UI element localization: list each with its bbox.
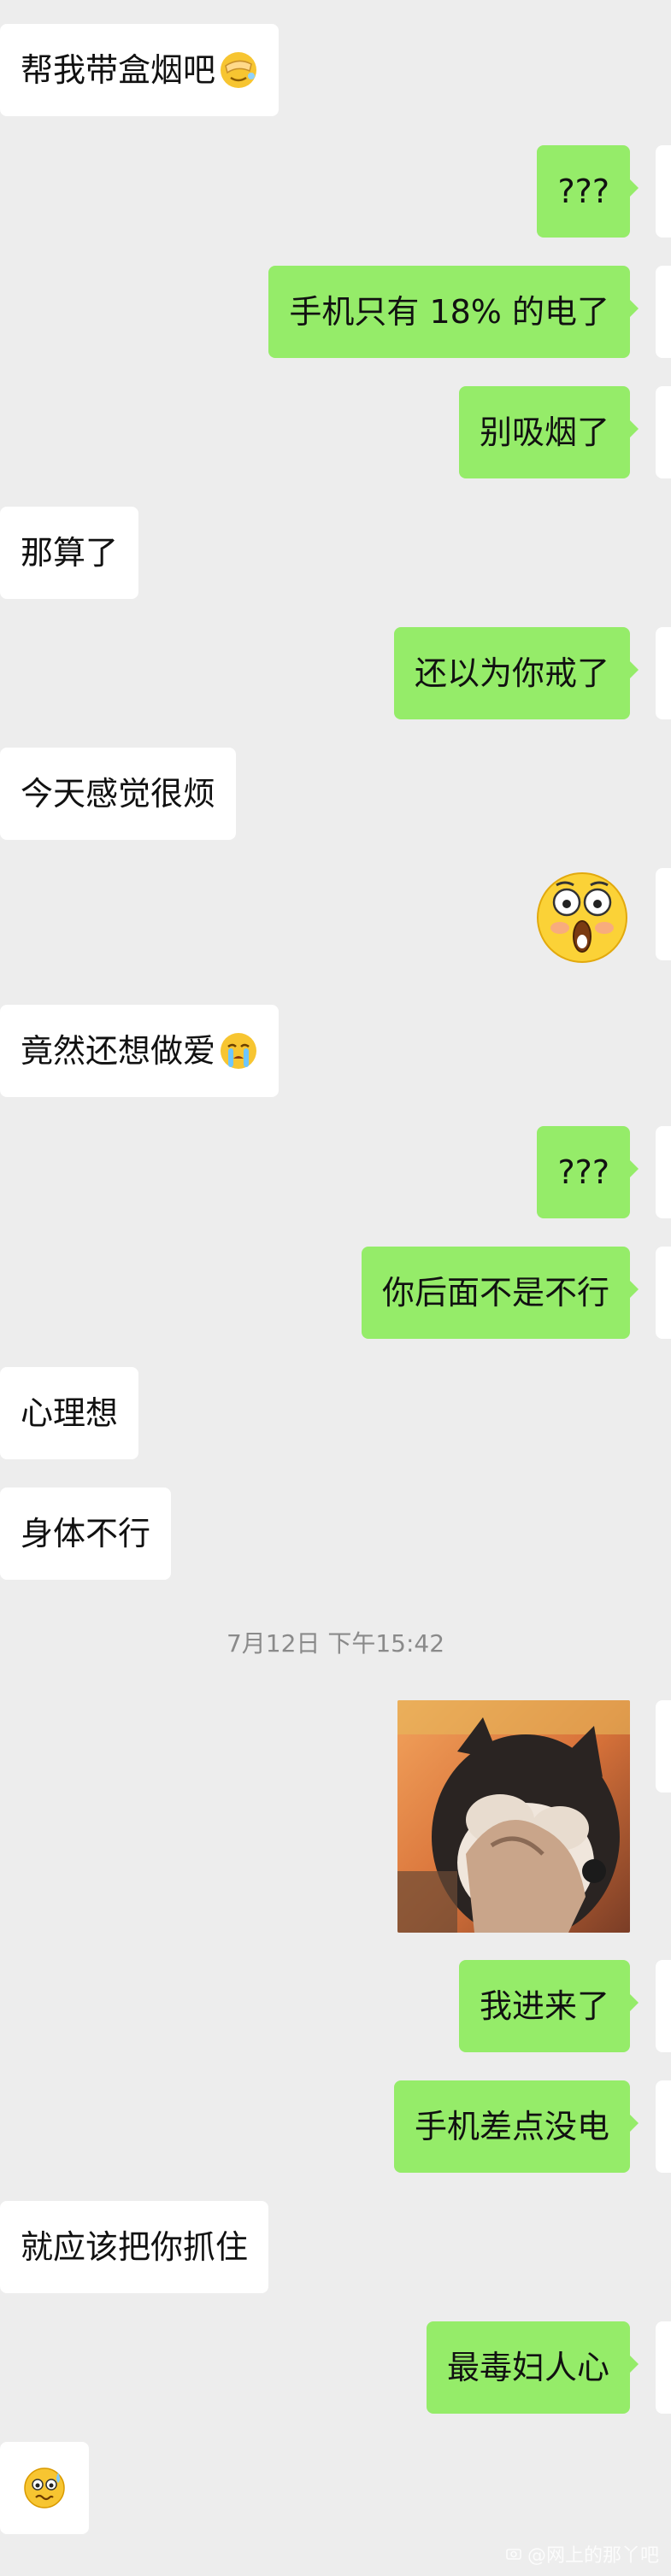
message-text: 竟然还想做爱 (21, 1032, 216, 1070)
message-bubble-outgoing[interactable]: ??? (537, 1126, 639, 1218)
avatar[interactable] (656, 868, 671, 960)
message-text: 别吸烟了 (479, 414, 609, 451)
message-text: 身体不行 (21, 1515, 151, 1552)
message-bubble-outgoing[interactable]: 别吸烟了 (458, 386, 639, 478)
message-bubble-incoming[interactable]: 身体不行 (0, 1488, 172, 1580)
avatar[interactable] (656, 386, 671, 478)
avatar[interactable] (656, 2080, 671, 2173)
avatar[interactable] (656, 1126, 671, 1218)
dog-photo-message[interactable] (397, 1700, 630, 1933)
camera-icon (506, 2549, 521, 2560)
message-text: 帮我带盒烟吧 (21, 51, 216, 89)
avatar[interactable] (656, 627, 671, 719)
message-bubble-incoming[interactable]: 心理想 (0, 1367, 139, 1459)
message-text: 就应该把你抓住 (21, 2228, 249, 2266)
message-text: ??? (557, 173, 609, 210)
message-bubble-outgoing[interactable]: 手机差点没电 (393, 2080, 639, 2173)
avatar[interactable] (656, 2321, 671, 2414)
message-bubble-outgoing[interactable]: 还以为你戒了 (393, 627, 639, 719)
message-bubble-incoming[interactable]: 那算了 (0, 507, 139, 599)
message-bubble-incoming[interactable]: 竟然还想做爱 (0, 1005, 280, 1097)
message-bubble-incoming[interactable]: 今天感觉很烦 (0, 748, 237, 840)
avatar[interactable] (656, 1960, 671, 2052)
message-bubble-incoming[interactable]: 帮我带盒烟吧 (0, 24, 280, 116)
message-text: 还以为你戒了 (414, 654, 609, 692)
shocked-face-sticker-icon[interactable] (534, 868, 630, 964)
message-bubble-outgoing[interactable]: 你后面不是不行 (361, 1247, 639, 1339)
crying-emoji-icon (221, 1033, 257, 1069)
avatar[interactable] (656, 1700, 671, 1793)
message-text: 心理想 (21, 1394, 119, 1432)
message-text: 最毒妇人心 (446, 2349, 609, 2386)
nervous-sweat-emoji-icon (24, 2467, 65, 2509)
avatar[interactable] (656, 145, 671, 238)
message-bubble-incoming[interactable]: 就应该把你抓住 (0, 2201, 269, 2293)
message-text: 今天感觉很烦 (21, 775, 216, 813)
message-text: 你后面不是不行 (381, 1274, 609, 1311)
watermark: @网上的那丫吧 (505, 2540, 659, 2567)
watermark-text: @网上的那丫吧 (527, 2545, 659, 2567)
message-text: 手机只有 18% 的电了 (289, 293, 609, 331)
timestamp: 7月12日 下午15:42 (226, 1629, 445, 1658)
avatar[interactable] (656, 266, 671, 358)
message-text: 我进来了 (479, 1987, 609, 2025)
message-bubble-outgoing[interactable]: 最毒妇人心 (426, 2321, 639, 2414)
message-text: 那算了 (21, 534, 119, 572)
message-text: ??? (557, 1153, 609, 1191)
message-bubble-outgoing[interactable]: 我进来了 (458, 1960, 639, 2052)
message-text: 手机差点没电 (414, 2108, 609, 2145)
message-bubble-outgoing[interactable]: 手机只有 18% 的电了 (268, 266, 639, 358)
message-bubble-outgoing[interactable]: ??? (537, 145, 639, 238)
avatar[interactable] (656, 1247, 671, 1339)
face-palm-emoji-icon (221, 52, 257, 88)
message-bubble-incoming[interactable] (0, 2442, 89, 2534)
dog-covering-face-image-icon (397, 1700, 630, 1933)
